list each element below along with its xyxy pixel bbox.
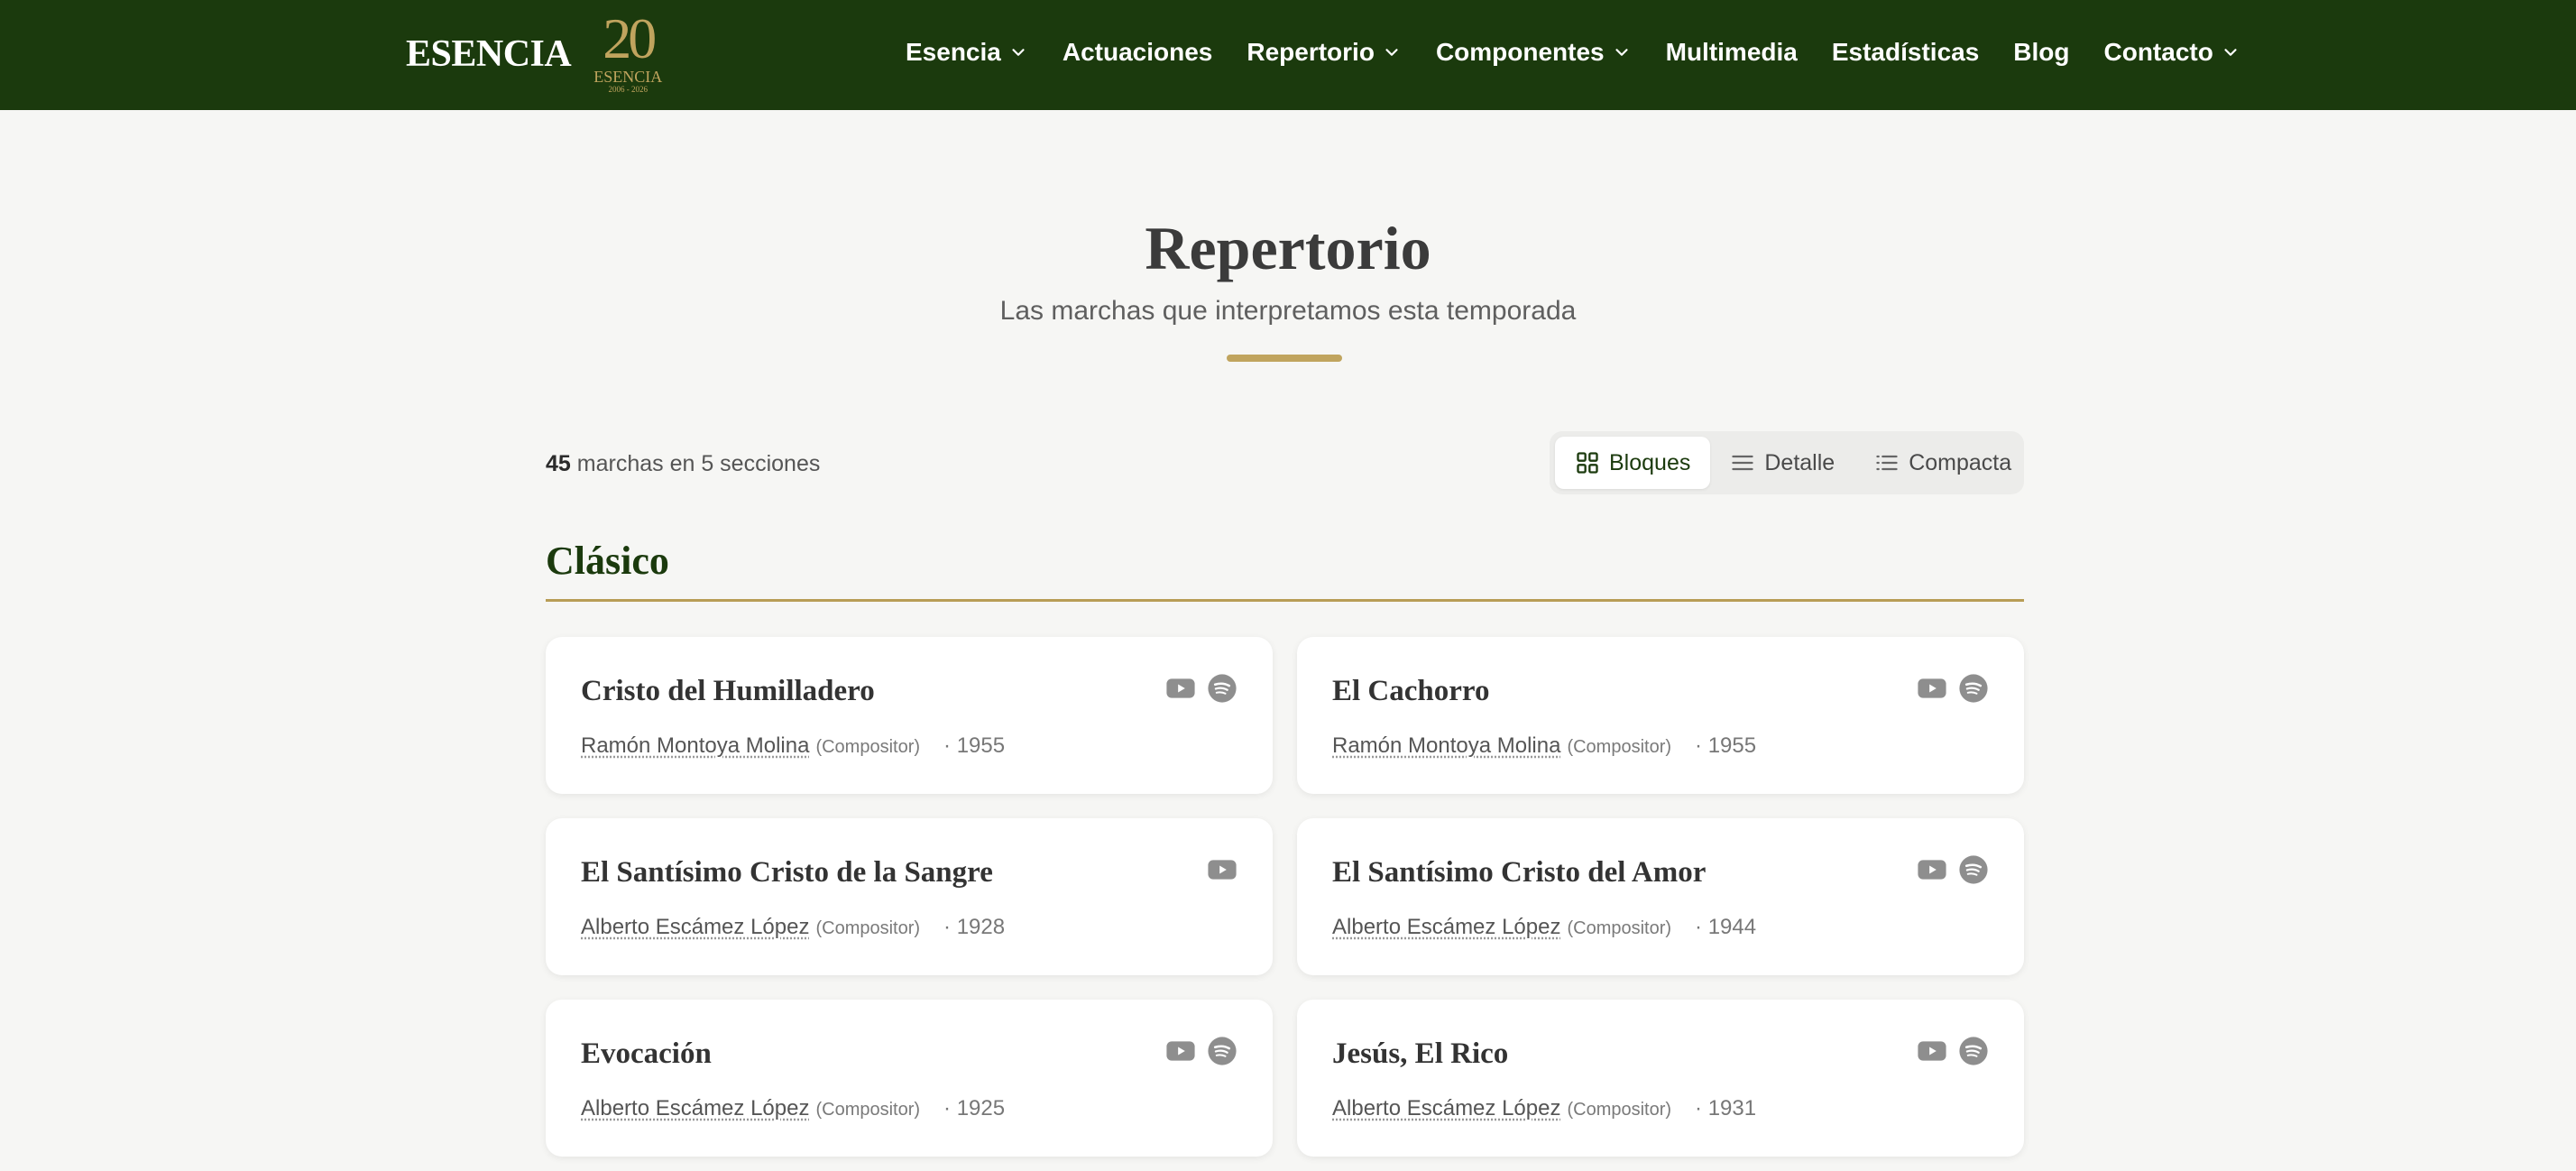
brand-wordmark: ESENCIA: [406, 33, 572, 75]
youtube-icon[interactable]: [1207, 854, 1237, 885]
march-year: · 1931: [1695, 1096, 1757, 1120]
composer-link[interactable]: Alberto Escámez López: [581, 915, 809, 940]
chevron-down-icon: [1615, 49, 1628, 56]
nav-item-multimedia[interactable]: Multimedia: [1666, 38, 1798, 67]
card-links: [1917, 854, 1989, 885]
nav-item-esencia[interactable]: Esencia: [906, 38, 1028, 67]
site-header: ESENCIA 20 ESENCIA 2006 - 2026 Esencia A…: [0, 0, 2576, 110]
view-bloques-button[interactable]: Bloques: [1555, 437, 1711, 489]
nav-item-blog[interactable]: Blog: [2013, 38, 2069, 67]
nav-item-estadisticas[interactable]: Estadísticas: [1832, 38, 1979, 67]
section-divider: [546, 599, 2024, 602]
count-text: marchas en 5 secciones: [576, 451, 821, 476]
view-label: Detalle: [1764, 449, 1835, 475]
page-title: Repertorio: [1145, 214, 1431, 282]
composer-link[interactable]: Alberto Escámez López: [1332, 915, 1560, 940]
composer-link[interactable]: Ramón Montoya Molina: [1332, 733, 1560, 759]
main-nav: Esencia Actuaciones Repertorio Component…: [906, 0, 2240, 105]
youtube-icon[interactable]: [1917, 854, 1947, 885]
lines-icon: [1732, 455, 1754, 471]
march-meta: Alberto Escámez López (Compositor) · 192…: [581, 1096, 1005, 1121]
spotify-icon[interactable]: [1958, 1036, 1989, 1066]
card-links: [1165, 673, 1237, 704]
view-detalle-button[interactable]: Detalle: [1710, 437, 1854, 489]
chevron-down-icon: [1385, 49, 1398, 56]
nav-item-contacto[interactable]: Contacto: [2104, 38, 2240, 67]
composer-role: (Compositor): [1567, 1100, 1672, 1120]
chevron-down-icon: [1012, 49, 1025, 56]
march-card[interactable]: Evocación Alberto Escámez López (Composi…: [546, 1000, 1273, 1157]
march-year: · 1925: [943, 1096, 1006, 1120]
title-underline: [1227, 355, 1342, 362]
composer-role: (Compositor): [815, 737, 921, 757]
nav-item-componentes[interactable]: Componentes: [1436, 38, 1632, 67]
youtube-icon[interactable]: [1165, 673, 1196, 704]
march-title: El Santísimo Cristo de la Sangre: [581, 856, 993, 889]
composer-link[interactable]: Ramón Montoya Molina: [581, 733, 809, 759]
grid-icon: [1577, 452, 1598, 474]
march-card[interactable]: Cristo del Humilladero Ramón Montoya Mol…: [546, 637, 1273, 794]
march-year: · 1955: [943, 733, 1006, 758]
list-icon: [1876, 455, 1898, 471]
view-label: Bloques: [1609, 449, 1691, 475]
view-compacta-button[interactable]: Compacta: [1854, 437, 2031, 489]
repertoire-count: 45 marchas en 5 secciones: [546, 451, 820, 477]
badge-name: ESENCIA: [593, 68, 663, 86]
nav-item-repertorio[interactable]: Repertorio: [1247, 38, 1402, 67]
composer-role: (Compositor): [1567, 918, 1672, 938]
march-meta: Ramón Montoya Molina (Compositor) · 1955: [1332, 733, 1756, 759]
spotify-icon[interactable]: [1207, 673, 1237, 704]
composer-role: (Compositor): [1567, 737, 1672, 757]
youtube-icon[interactable]: [1165, 1036, 1196, 1066]
brand-logo[interactable]: ESENCIA 20 ESENCIA 2006 - 2026: [406, 9, 668, 99]
composer-role: (Compositor): [815, 918, 921, 938]
nav-item-label: Actuaciones: [1062, 38, 1213, 66]
spotify-icon[interactable]: [1207, 1036, 1237, 1066]
march-title: Jesús, El Rico: [1332, 1037, 1509, 1070]
section-title: Clásico: [546, 539, 669, 583]
nav-item-label: Multimedia: [1665, 38, 1798, 66]
nav-item-label: Componentes: [1435, 38, 1605, 66]
composer-link[interactable]: Alberto Escámez López: [581, 1096, 809, 1121]
march-meta: Alberto Escámez López (Compositor) · 193…: [1332, 1096, 1756, 1121]
march-card[interactable]: El Santísimo Cristo del Amor Alberto Esc…: [1297, 818, 2024, 975]
spotify-icon[interactable]: [1958, 673, 1989, 704]
march-meta: Ramón Montoya Molina (Compositor) · 1955: [581, 733, 1005, 759]
view-switcher: Bloques Detalle Compacta: [1550, 431, 2024, 494]
nav-item-label: Blog: [2013, 38, 2070, 66]
card-links: [1917, 1036, 1989, 1066]
march-year: · 1944: [1695, 915, 1757, 939]
youtube-icon[interactable]: [1917, 1036, 1947, 1066]
page-subtitle: Las marchas que interpretamos esta tempo…: [999, 296, 1577, 326]
composer-role: (Compositor): [815, 1100, 921, 1120]
anniversary-badge: 20 ESENCIA 2006 - 2026: [587, 6, 668, 97]
nav-item-actuaciones[interactable]: Actuaciones: [1063, 38, 1213, 67]
badge-years: 2006 - 2026: [608, 85, 648, 94]
march-card[interactable]: El Santísimo Cristo de la Sangre Alberto…: [546, 818, 1273, 975]
youtube-icon[interactable]: [1917, 673, 1947, 704]
march-title: El Santísimo Cristo del Amor: [1332, 856, 1707, 889]
march-title: El Cachorro: [1332, 675, 1490, 707]
card-links: [1207, 854, 1237, 885]
card-links: [1917, 673, 1989, 704]
march-year: · 1955: [1695, 733, 1757, 758]
nav-item-label: Repertorio: [1247, 38, 1375, 66]
nav-item-label: Esencia: [906, 38, 1001, 66]
march-title: Evocación: [581, 1037, 712, 1070]
march-meta: Alberto Escámez López (Compositor) · 192…: [581, 915, 1005, 940]
view-label: Compacta: [1909, 449, 2012, 475]
nav-item-label: Contacto: [2103, 38, 2213, 66]
count-number: 45: [546, 451, 571, 476]
chevron-down-icon: [2224, 49, 2237, 56]
badge-number: 20: [603, 6, 657, 70]
march-meta: Alberto Escámez López (Compositor) · 194…: [1332, 915, 1756, 940]
march-title: Cristo del Humilladero: [581, 675, 875, 707]
card-links: [1165, 1036, 1237, 1066]
spotify-icon[interactable]: [1958, 854, 1989, 885]
composer-link[interactable]: Alberto Escámez López: [1332, 1096, 1560, 1121]
nav-item-label: Estadísticas: [1831, 38, 1980, 66]
march-card[interactable]: Jesús, El Rico Alberto Escámez López (Co…: [1297, 1000, 2024, 1157]
march-year: · 1928: [943, 915, 1006, 939]
march-card[interactable]: El Cachorro Ramón Montoya Molina (Compos…: [1297, 637, 2024, 794]
